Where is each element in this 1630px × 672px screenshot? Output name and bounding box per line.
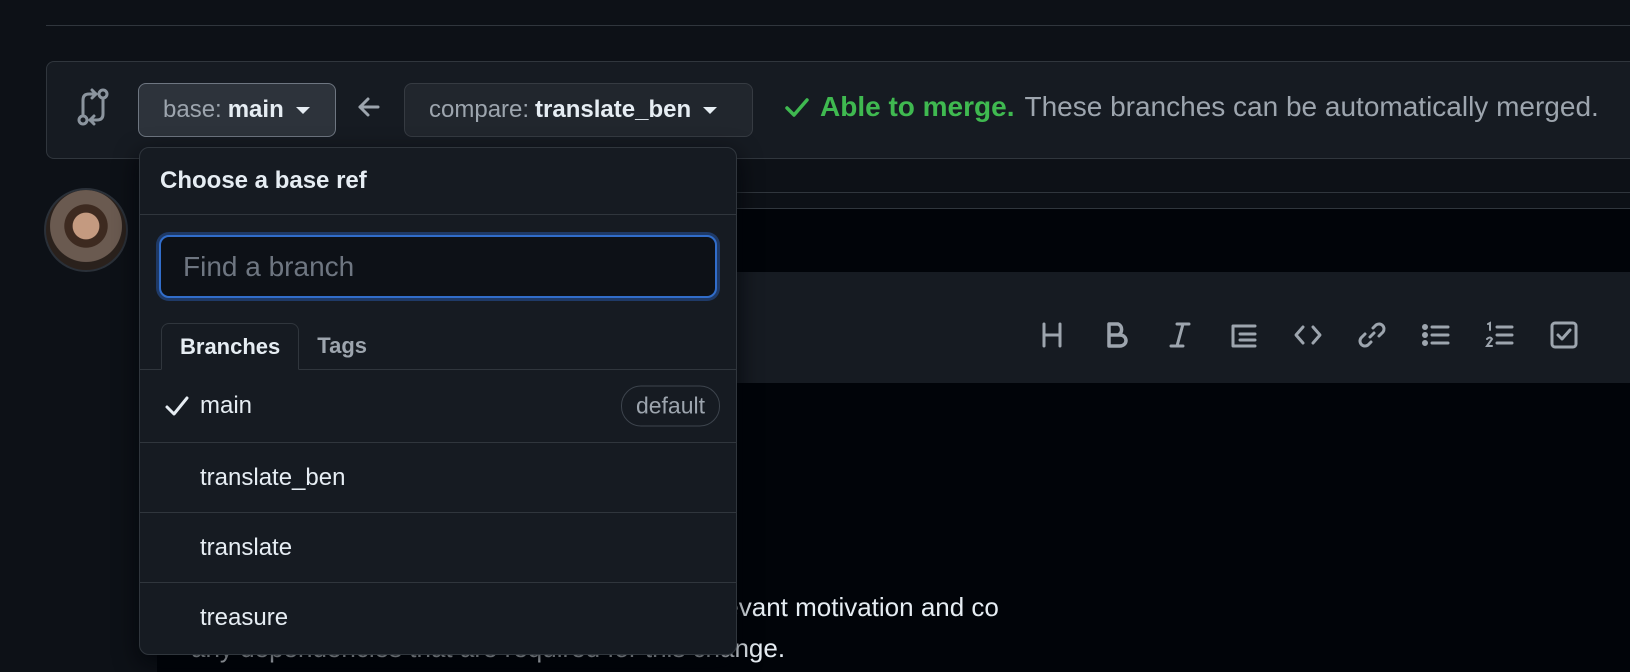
ref-tabs: Branches Tags (140, 323, 736, 370)
compare-branch-name: translate_ben (535, 96, 692, 123)
branch-item-translate[interactable]: translate (140, 513, 736, 583)
default-badge: default (620, 385, 720, 427)
branch-item-translate-ben[interactable]: translate_ben (140, 443, 736, 513)
git-compare-icon (77, 88, 109, 126)
italic-icon[interactable] (1163, 318, 1197, 352)
caret-down-icon (703, 106, 718, 114)
compare-branch-button[interactable]: compare: translate_ben (404, 83, 753, 137)
arrow-left-icon (358, 97, 380, 117)
avatar (44, 188, 128, 272)
tab-branches[interactable]: Branches (161, 323, 300, 370)
code-icon[interactable] (1291, 318, 1325, 352)
base-branch-name: main (227, 96, 284, 123)
branch-label: treasure (200, 604, 289, 631)
bulleted-list-icon[interactable] (1419, 318, 1453, 352)
numbered-list-icon[interactable] (1483, 318, 1517, 352)
branch-search (140, 215, 736, 323)
base-prefix: base: (163, 96, 222, 123)
compare-prefix: compare: (429, 96, 530, 123)
quote-icon[interactable] (1227, 318, 1261, 352)
base-branch-button[interactable]: base: main (138, 83, 336, 137)
branch-item-main[interactable]: main default (140, 370, 736, 443)
link-icon[interactable] (1355, 318, 1389, 352)
branch-label: main (200, 392, 253, 419)
branch-label: translate_ben (200, 463, 346, 491)
merge-status: Able to merge. These branches can be aut… (784, 91, 1599, 123)
merge-status-label: Able to merge. (820, 91, 1015, 122)
branch-label: translate (200, 533, 293, 561)
heading-icon[interactable] (1035, 318, 1069, 352)
tab-tags[interactable]: Tags (299, 322, 385, 369)
branch-item-treasure[interactable]: treasure (140, 583, 736, 653)
check-icon (165, 396, 189, 416)
base-ref-dropdown: Choose a base ref Branches Tags main def… (139, 147, 737, 655)
check-icon (785, 98, 809, 117)
caret-down-icon (295, 106, 310, 114)
task-list-icon[interactable] (1547, 318, 1581, 352)
merge-status-description: These branches can be automatically merg… (1024, 91, 1599, 122)
top-divider (46, 25, 1630, 26)
markdown-toolbar (1035, 318, 1581, 352)
bold-icon[interactable] (1099, 318, 1133, 352)
dropdown-title: Choose a base ref (140, 148, 736, 215)
branch-search-input[interactable] (159, 235, 717, 298)
